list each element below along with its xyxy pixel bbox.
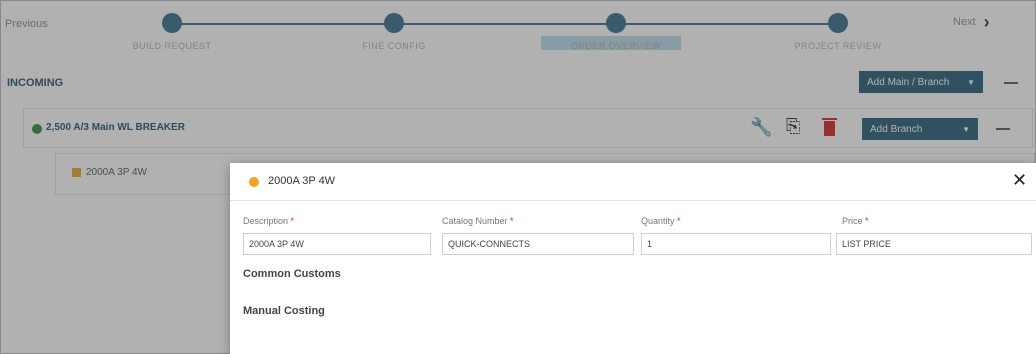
price-input[interactable] [836,233,1032,255]
quantity-label: Quantity * [641,216,681,226]
close-icon[interactable]: ✕ [1012,171,1027,189]
modal-title: 2000A 3P 4W [268,175,336,187]
status-dot-icon [249,177,259,187]
catalog-number-label: Catalog Number * [442,216,514,226]
edit-item-modal: 2000A 3P 4W ✕ Description * Catalog Numb… [230,163,1036,354]
common-customs-heading[interactable]: Common Customs [243,268,341,280]
price-label: Price * [842,216,869,226]
description-input[interactable] [243,233,431,255]
description-label: Description * [243,216,295,226]
modal-header: 2000A 3P 4W ✕ [230,163,1036,201]
catalog-number-input[interactable] [442,233,634,255]
manual-costing-heading[interactable]: Manual Costing [243,305,325,317]
quantity-input[interactable] [641,233,831,255]
